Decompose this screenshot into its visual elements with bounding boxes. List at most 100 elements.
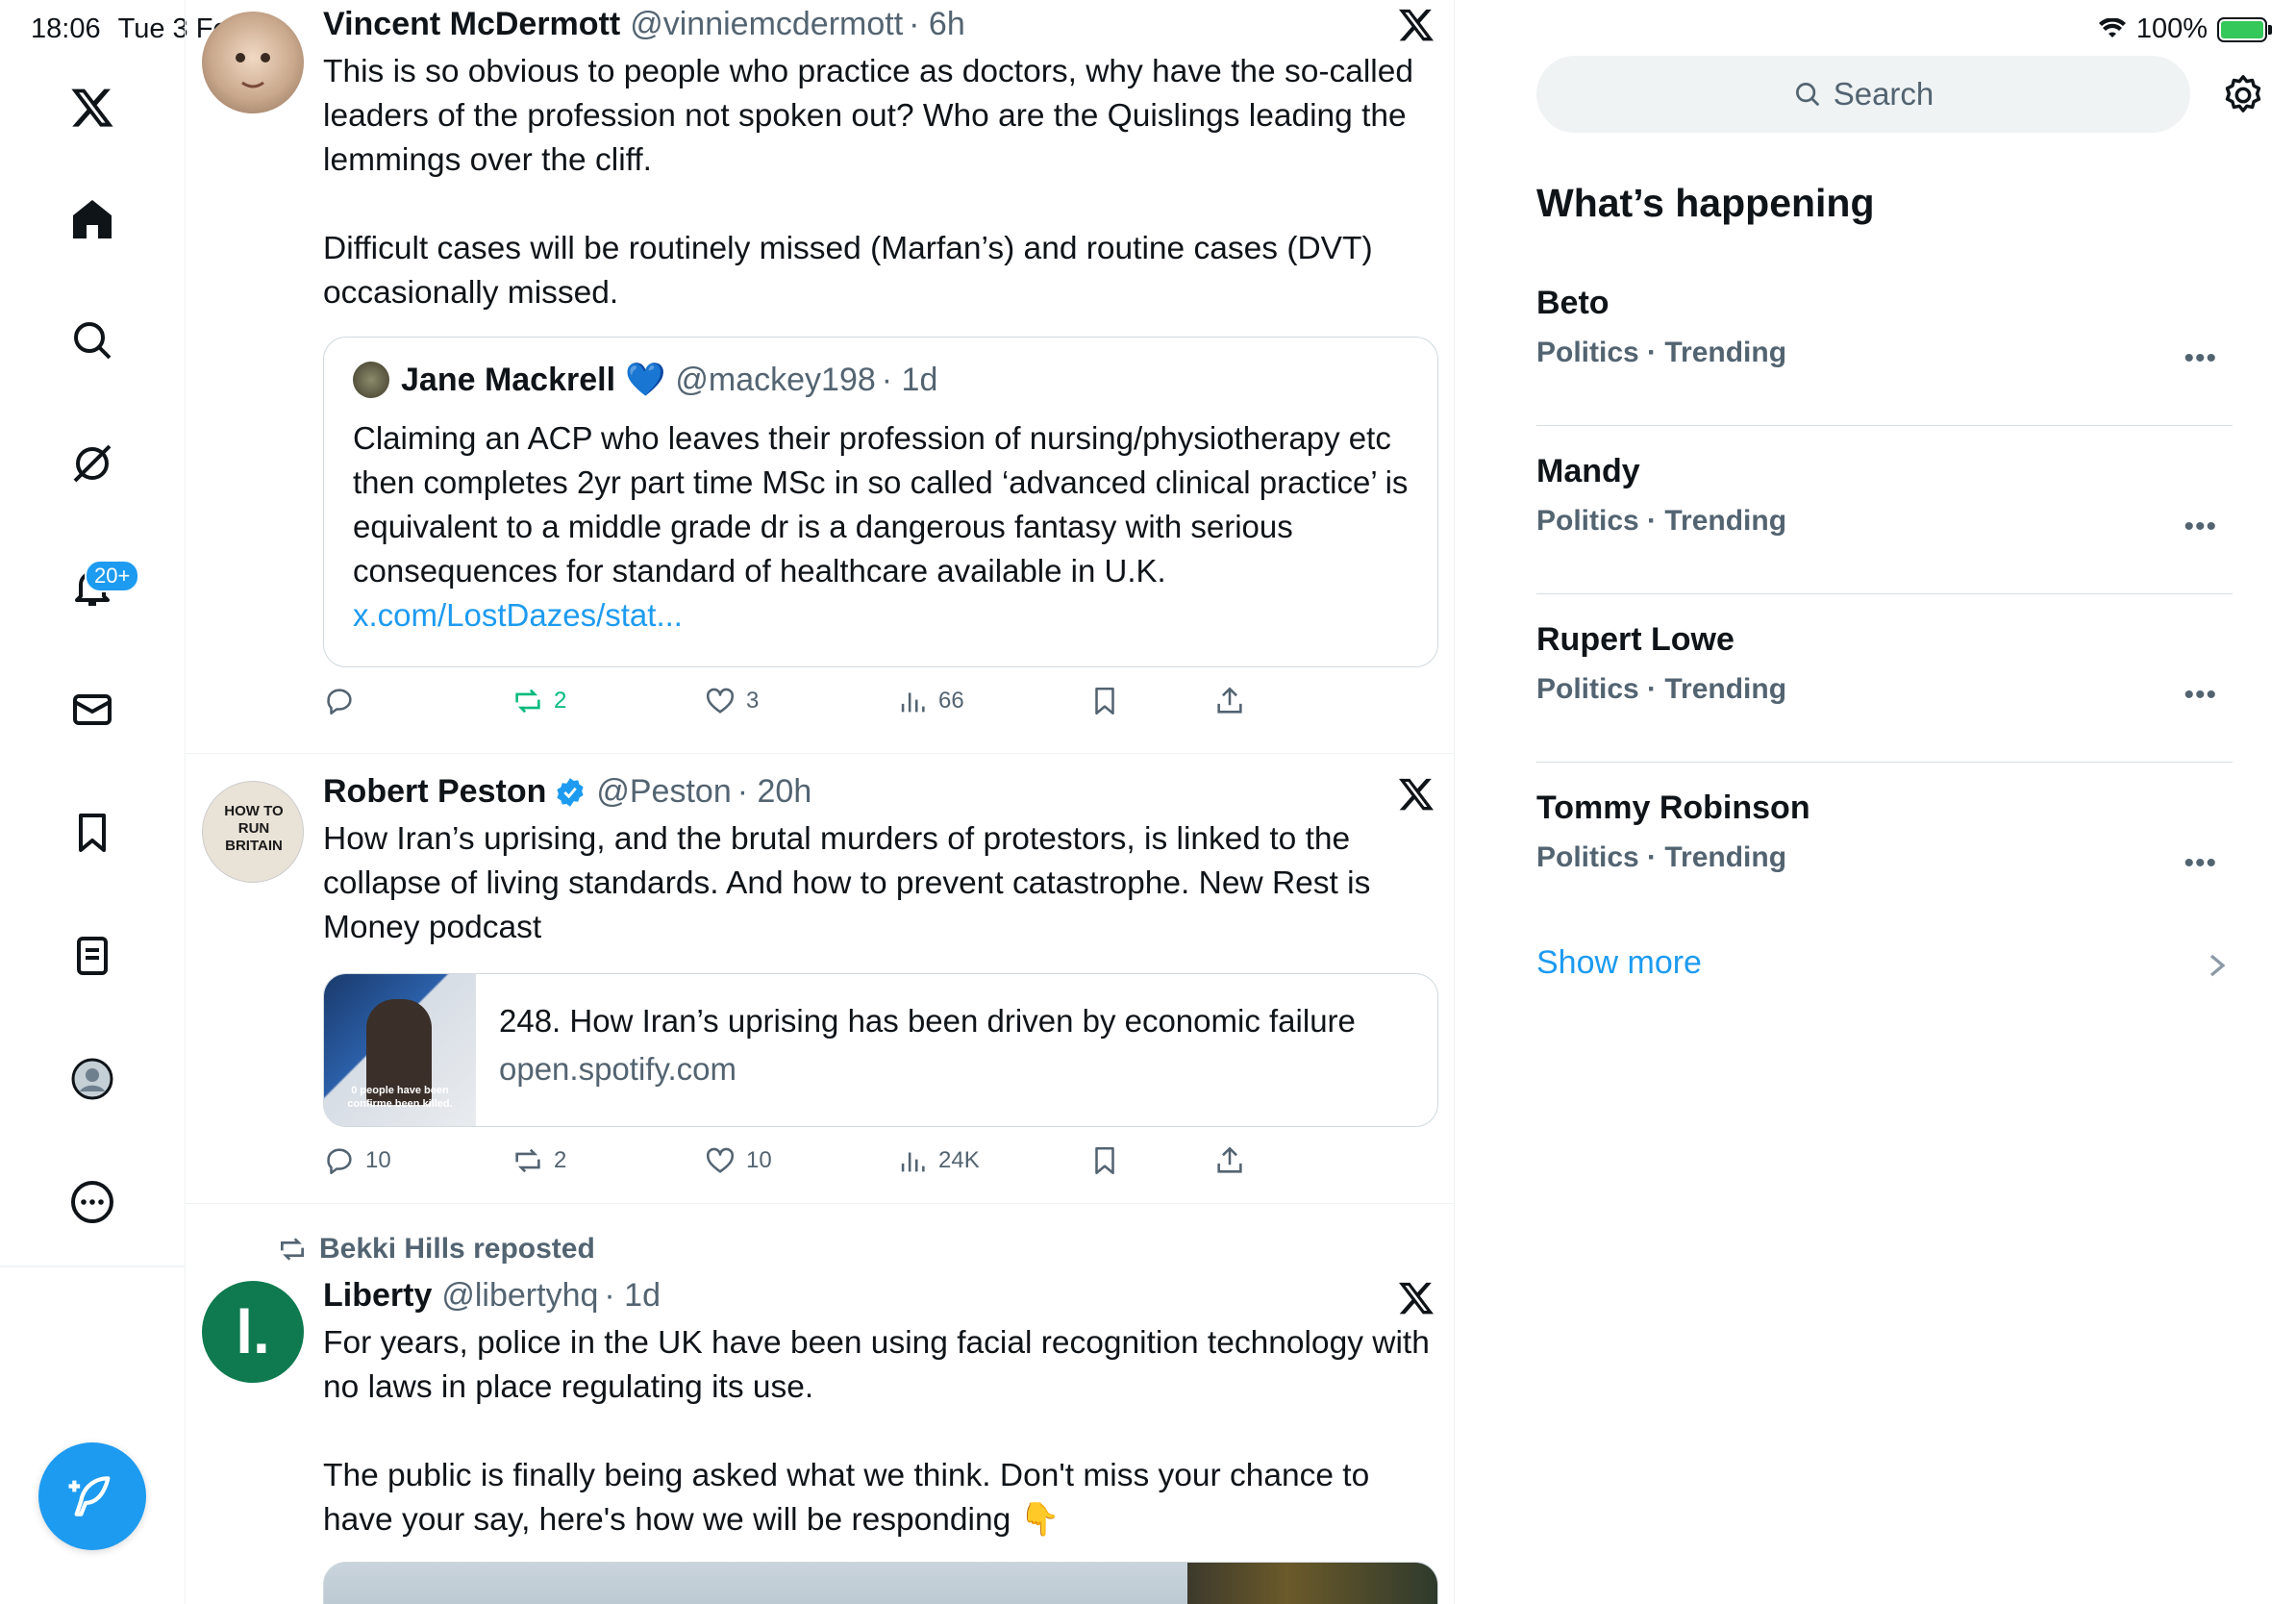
- tweet-header: Liberty @libertyhq · 1d: [323, 1277, 661, 1315]
- quote-link[interactable]: x.com/LostDazes/stat...: [353, 597, 683, 633]
- tweet[interactable]: Vincent McDermott @vinniemcdermott · 6h …: [186, 0, 1454, 754]
- reply-icon: [327, 689, 352, 715]
- views-button[interactable]: 66: [896, 685, 964, 717]
- author-name[interactable]: Vincent McDermott: [323, 6, 620, 43]
- quote-time: · 1d: [881, 361, 938, 398]
- share-icon: [1217, 1146, 1242, 1173]
- status-indicators: 100%: [2098, 13, 2272, 45]
- like-button[interactable]: 3: [704, 685, 759, 717]
- grok-icon[interactable]: [65, 437, 119, 490]
- tweet[interactable]: HOW TO RUN BRITAIN Robert Peston @Peston…: [186, 754, 1454, 1204]
- share-icon: [1217, 687, 1242, 714]
- notification-badge: 20+: [85, 560, 140, 592]
- x-logo-icon: [1399, 9, 1434, 41]
- tweet-media-image[interactable]: [323, 1562, 1438, 1604]
- search-icon: [1795, 83, 1819, 107]
- trend-item[interactable]: Mandy Politics · Trending •••: [1536, 426, 2233, 594]
- home-icon[interactable]: [65, 192, 119, 246]
- chevron-right-icon[interactable]: [2206, 952, 2229, 979]
- tweet-text: This is so obvious to people who practic…: [323, 54, 1414, 311]
- thumbnail-caption: 0 people have been confirme been killed.: [347, 1085, 453, 1110]
- tweet-time[interactable]: · 1d: [604, 1277, 661, 1315]
- reply-button[interactable]: 10: [323, 1144, 391, 1177]
- author-handle[interactable]: @libertyhq: [441, 1277, 598, 1315]
- trend-name: Tommy Robinson: [1536, 789, 1810, 826]
- bookmark-button[interactable]: [1088, 685, 1121, 717]
- tweet-time[interactable]: · 20h: [737, 773, 812, 811]
- reply-icon: [327, 1148, 352, 1175]
- trend-meta: Politics · Trending: [1536, 841, 1787, 873]
- lists-icon[interactable]: [65, 929, 119, 983]
- messages-icon[interactable]: [65, 683, 119, 737]
- wifi-icon: [2098, 17, 2126, 38]
- battery-percent: 100%: [2135, 13, 2208, 44]
- card-domain: open.spotify.com: [499, 1051, 737, 1087]
- reposted-by-label[interactable]: Bekki Hills reposted: [319, 1233, 595, 1266]
- avatar[interactable]: l.: [202, 1281, 304, 1383]
- views-icon: [901, 692, 925, 713]
- trend-name: Rupert Lowe: [1536, 621, 1734, 658]
- x-logo-icon: [1399, 1282, 1434, 1315]
- author-name[interactable]: Robert Peston: [323, 773, 546, 811]
- battery-icon: [2217, 16, 2272, 42]
- verified-badge-icon: [557, 777, 584, 807]
- compose-post-button[interactable]: [38, 1442, 146, 1550]
- quote-body: Claiming an ACP who leaves their profess…: [353, 420, 1409, 589]
- avatar[interactable]: [202, 12, 304, 113]
- trend-name: Beto: [1536, 285, 1610, 321]
- views-button[interactable]: 24K: [896, 1144, 980, 1177]
- share-button[interactable]: [1213, 1144, 1246, 1177]
- show-more-link[interactable]: Show more: [1536, 944, 1702, 982]
- link-card[interactable]: 0 people have been confirme been killed.…: [323, 973, 1438, 1127]
- repost-button[interactable]: 2: [512, 685, 566, 717]
- quote-author-name[interactable]: Jane Mackrell: [401, 362, 615, 399]
- author-handle[interactable]: @vinniemcdermott: [630, 6, 903, 43]
- avatar-book-title: HOW TO RUN BRITAIN: [224, 803, 284, 854]
- more-horizontal-icon[interactable]: •••: [2184, 679, 2217, 712]
- trend-item[interactable]: Rupert Lowe Politics · Trending •••: [1536, 594, 2233, 763]
- x-logo-icon[interactable]: [65, 81, 119, 135]
- bookmarks-icon[interactable]: [65, 806, 119, 860]
- tweet[interactable]: Bekki Hills reposted l. Liberty @liberty…: [186, 1204, 1454, 1604]
- search-bar[interactable]: Search: [1536, 56, 2190, 133]
- view-count: 66: [938, 688, 964, 714]
- more-options-icon[interactable]: [65, 1175, 119, 1229]
- settings-gear-icon[interactable]: [2221, 73, 2265, 117]
- reply-button[interactable]: [323, 685, 365, 717]
- quoted-tweet[interactable]: Jane Mackrell 💙 @mackey198 · 1d Claiming…: [323, 337, 1438, 667]
- author-name[interactable]: Liberty: [323, 1277, 432, 1315]
- trend-name: Mandy: [1536, 453, 1640, 489]
- tweet-time[interactable]: · 6h: [909, 6, 965, 43]
- like-button[interactable]: 10: [704, 1144, 772, 1177]
- tweet-actions: 2 3 66: [323, 685, 1246, 723]
- tweet-header: Robert Peston @Peston · 20h: [323, 773, 811, 811]
- repost-icon: [515, 689, 540, 714]
- more-horizontal-icon[interactable]: •••: [2184, 342, 2217, 375]
- trend-item[interactable]: Tommy Robinson Politics · Trending •••: [1536, 763, 2233, 931]
- compose-feather-icon: [68, 1476, 111, 1516]
- card-thumbnail: 0 people have been confirme been killed.: [324, 974, 476, 1126]
- bookmark-button[interactable]: [1088, 1144, 1121, 1177]
- quote-text: Claiming an ACP who leaves their profess…: [353, 416, 1420, 638]
- trend-meta: Politics · Trending: [1536, 505, 1787, 537]
- more-horizontal-icon[interactable]: •••: [2184, 847, 2217, 880]
- quote-author-handle[interactable]: @mackey198: [675, 362, 875, 399]
- more-horizontal-icon[interactable]: •••: [2184, 511, 2217, 543]
- trend-item[interactable]: Beto Politics · Trending •••: [1536, 258, 2233, 426]
- profile-icon[interactable]: [65, 1052, 119, 1106]
- repost-button[interactable]: 2: [512, 1144, 566, 1177]
- whats-happening-title: What’s happening: [1536, 181, 1875, 225]
- bookmark-icon: [1095, 687, 1114, 715]
- repost-count: 2: [554, 1147, 567, 1173]
- search-placeholder: Search: [1833, 76, 1934, 112]
- repost-icon: [515, 1148, 540, 1173]
- repost-count: 2: [554, 688, 567, 714]
- quote-avatar[interactable]: [353, 362, 389, 398]
- tweet-text: How Iran’s uprising, and the brutal murd…: [323, 821, 1380, 945]
- avatar[interactable]: HOW TO RUN BRITAIN: [202, 781, 304, 883]
- share-button[interactable]: [1213, 685, 1246, 717]
- tweet-text: For years, police in the UK have been us…: [323, 1325, 1430, 1538]
- author-handle[interactable]: @Peston: [596, 773, 731, 811]
- search-icon[interactable]: [65, 313, 119, 367]
- view-count: 24K: [938, 1147, 980, 1173]
